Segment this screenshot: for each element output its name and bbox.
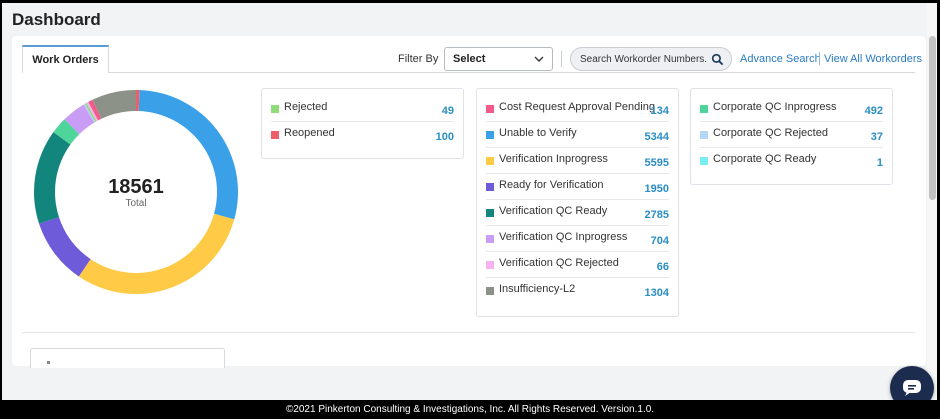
legend-item[interactable]: Verification QC Ready 2785 [486,200,669,226]
legend-swatch [486,131,494,139]
toolbar-divider [561,51,562,67]
donut-slice-verification-inprogress[interactable] [78,213,235,295]
legend-swatch [486,235,494,243]
legend-item[interactable]: Verification Inprogress 5595 [486,148,669,174]
legend-swatch [486,183,494,191]
chevron-down-icon [534,56,544,62]
legend-item[interactable]: Corporate QC Inprogress 492 [700,96,883,122]
status-legend-panel-3: Corporate QC Inprogress 492 Corporate QC R… [690,88,893,185]
legend-label: Ready for Verification [499,179,604,191]
scrollbar-thumb[interactable] [929,36,936,200]
section-divider [22,332,915,333]
legend-label: Verification QC Inprogress [499,231,628,243]
legend-item[interactable]: Unable to Verify 5344 [486,122,669,148]
total-label: Total [125,198,147,209]
footer-copyright: ©2021 Pinkerton Consulting & Investigati… [0,400,940,419]
legend-swatch [700,105,708,113]
legend-value[interactable]: 5595 [645,157,669,169]
filter-select[interactable]: Select [444,47,553,71]
legend-label: Corporate QC Rejected [713,127,828,139]
search-input[interactable] [580,53,710,65]
legend-value[interactable]: 134 [651,105,669,117]
legend-value[interactable]: 37 [871,131,883,143]
legend-item[interactable]: Verification QC Rejected 66 [486,252,669,278]
legend-item[interactable]: Cost Request Approval Pending 134 [486,96,669,122]
filter-select-value: Select [453,53,486,65]
secondary-panel [30,348,225,368]
search-icon[interactable] [711,53,724,66]
total-count: 18561 [108,176,164,198]
legend-item[interactable]: Corporate QC Ready 1 [700,148,883,174]
legend-label: Insufficiency-L2 [499,283,576,295]
legend-label: Corporate QC Ready [713,153,817,165]
legend-label: Rejected [284,101,328,113]
legend-label: Verification QC Rejected [499,257,619,269]
legend-value[interactable]: 1304 [645,287,669,299]
advance-search-link[interactable]: Advance Search [740,53,821,65]
legend-value[interactable]: 49 [442,105,454,117]
legend-value[interactable]: 492 [865,105,883,117]
legend-item[interactable]: Rejected 49 [271,96,454,122]
tab-underline [109,72,915,73]
page-title: Dashboard [12,10,101,29]
legend-swatch [700,131,708,139]
legend-swatch [271,131,279,139]
chat-icon [903,380,921,396]
legend-label: Cost Request Approval Pending [499,101,655,113]
window-border-top [0,0,940,3]
secondary-panel-marker [47,361,50,364]
filter-by-label: Filter By [398,53,439,65]
legend-swatch [486,287,494,295]
legend-label: Verification QC Ready [499,205,608,217]
donut-slice-ready-for-verification[interactable] [39,217,91,277]
legend-value[interactable]: 704 [651,235,669,247]
legend-label: Verification Inprogress [499,153,608,165]
legend-item[interactable]: Insufficiency-L2 1304 [486,278,669,304]
legend-label: Unable to Verify [499,127,577,139]
window-border-left [0,0,2,419]
legend-value[interactable]: 66 [657,261,669,273]
workorder-search [570,47,732,71]
legend-label: Reopened [284,127,335,139]
legend-value[interactable]: 1 [877,157,883,169]
status-legend-panel-2: Cost Request Approval Pending 134 Unable t… [476,88,679,317]
legend-item[interactable]: Verification QC Inprogress 704 [486,226,669,252]
legend-label: Corporate QC Inprogress [713,101,837,113]
legend-swatch [486,105,494,113]
tab-work-orders[interactable]: Work Orders [22,45,109,73]
legend-swatch [700,157,708,165]
legend-value[interactable]: 5344 [645,131,669,143]
legend-value[interactable]: 1950 [645,183,669,195]
legend-swatch [486,261,494,269]
legend-item[interactable]: Corporate QC Rejected 37 [700,122,883,148]
view-all-workorders-link[interactable]: View All Workorders [824,53,922,65]
legend-item[interactable]: Ready for Verification 1950 [486,174,669,200]
legend-swatch [271,105,279,113]
status-legend-panel-1: Rejected 49 Reopened 100 [261,88,464,159]
donut-slice-verification-qc-ready[interactable] [34,132,71,224]
legend-value[interactable]: 100 [436,131,454,143]
link-divider [819,52,820,65]
legend-swatch [486,157,494,165]
legend-value[interactable]: 2785 [645,209,669,221]
legend-item[interactable]: Reopened 100 [271,122,454,148]
legend-swatch [486,209,494,217]
